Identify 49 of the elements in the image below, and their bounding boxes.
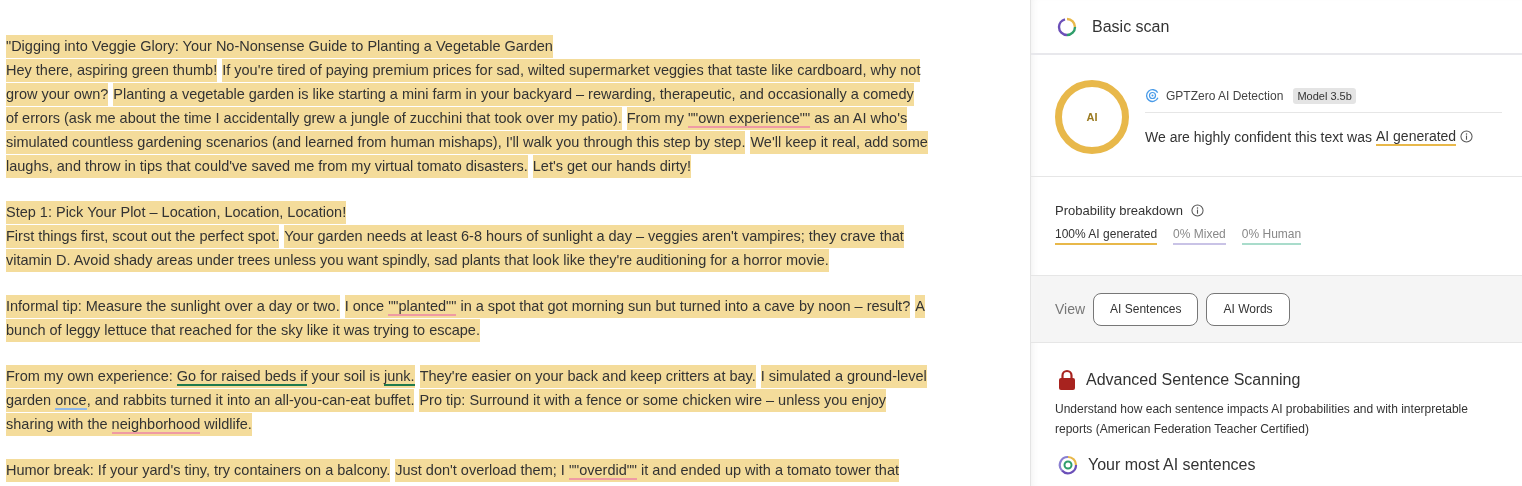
highlighted-sentence: Just don't overload them; I ""overdid"" it and ended up with a tomato tower that (395, 458, 899, 482)
highlighted-sentence: of errors (ask me about the time I accidentally grew a jungle of zucchini that took over my patio). (6, 106, 622, 130)
verdict-text: We are highly confident this text was (1145, 128, 1372, 145)
highlighted-sentence: They're easier on your back and keep critters at bay. (419, 364, 756, 388)
highlighted-sentence: garden once, and rabbits turned it into an all-you-can-eat buffet. (6, 388, 415, 412)
highlighted-sentence: sharing with the neighborhood wildlife. (6, 412, 252, 436)
highlighted-sentence: vitamin D. Avoid shady areas under trees unless you want spindly, sad plants that look like they're auditioning for a horror movie. (6, 248, 829, 272)
probability-item[interactable]: 0% Human (1241, 227, 1302, 245)
scan-logo-icon (1056, 15, 1078, 38)
detector-logo-icon (1145, 88, 1160, 103)
highlighted-sentence: grow your own? (6, 82, 109, 106)
highlighted-sentence: Planting a vegetable garden is like starting a mini farm in your backyard – rewarding, therapeutic, and occasionally a comedy (113, 82, 914, 106)
ring-label: AI (1086, 110, 1098, 123)
lock-icon (1058, 369, 1076, 391)
probability-item[interactable]: 0% Mixed (1173, 227, 1226, 245)
info-icon (1190, 204, 1204, 217)
highlighted-sentence: From my own experience: Go for raised beds if your soil is junk. (6, 364, 415, 388)
section-description: Understand how each sentence impacts AI probabilities and with interpretable reports (American Federation Teacher Certified) (1055, 401, 1469, 438)
section-title: Advanced Sentence Scanning (1086, 371, 1301, 389)
highlighted-sentence: First things first, scout out the perfect spot. (6, 224, 280, 248)
verdict-label: AI generated (1375, 127, 1457, 146)
view-button[interactable]: AI Words (1206, 292, 1290, 326)
info-icon (1460, 130, 1474, 143)
section-title: Your most AI sentences (1088, 456, 1256, 474)
view-label: View (1055, 301, 1086, 317)
highlighted-sentence: Pro tip: Surround it with a fence or some chicken wire – unless you enjoy (419, 388, 887, 412)
highlighted-sentence: Hey there, aspiring green thumb! (6, 58, 218, 82)
sentences-logo-icon (1058, 455, 1078, 475)
model-badge: Model 3.5b (1293, 87, 1356, 104)
highlighted-sentence: simulated countless gardening scenarios (and learned from human mishaps), I'll walk you through this step by step. (6, 130, 746, 154)
view-button[interactable]: AI Sentences (1093, 292, 1199, 326)
highlighted-sentence: Your garden needs at least 6-8 hours of sunlight a day – veggies aren't vampires; they crave that (284, 224, 904, 248)
section-title: Probability breakdown (1055, 203, 1183, 218)
highlighted-sentence: Humor break: If your yard's tiny, try containers on a balcony. (6, 458, 391, 482)
highlighted-sentence: Step 1: Pick Your Plot – Location, Location, Location! (6, 200, 347, 224)
detector-name: GPTZero AI Detection (1166, 88, 1284, 103)
highlighted-sentence: bunch of leggy lettuce that reached for the sky like it was trying to escape. (6, 318, 480, 342)
probability-item[interactable]: 100% AI generated (1055, 227, 1158, 245)
highlighted-sentence: I simulated a ground-level (760, 364, 927, 388)
highlighted-sentence: Let's get our hands dirty! (532, 154, 692, 178)
highlighted-sentence: "Digging into Veggie Glory: Your No-Nonsense Guide to Planting a Vegetable Garden (6, 34, 553, 58)
highlighted-sentence: A (915, 294, 925, 318)
highlighted-sentence: laughs, and throw in tips that could've saved me from my virtual tomato disasters. (6, 154, 528, 178)
highlighted-sentence: We'll keep it real, add some (750, 130, 928, 154)
panel-title: Basic scan (1092, 17, 1170, 36)
highlighted-sentence: Informal tip: Measure the sunlight over a day or two. (6, 294, 340, 318)
highlighted-sentence: I once ""planted"" in a spot that got morning sun but turned into a cave by noon – result? (344, 294, 911, 318)
highlighted-sentence: From my ""own experience"" as an AI who's (626, 106, 908, 130)
highlighted-sentence: If you're tired of paying premium prices for sad, wilted supermarket veggies that taste like cardboard, why not (222, 58, 921, 82)
